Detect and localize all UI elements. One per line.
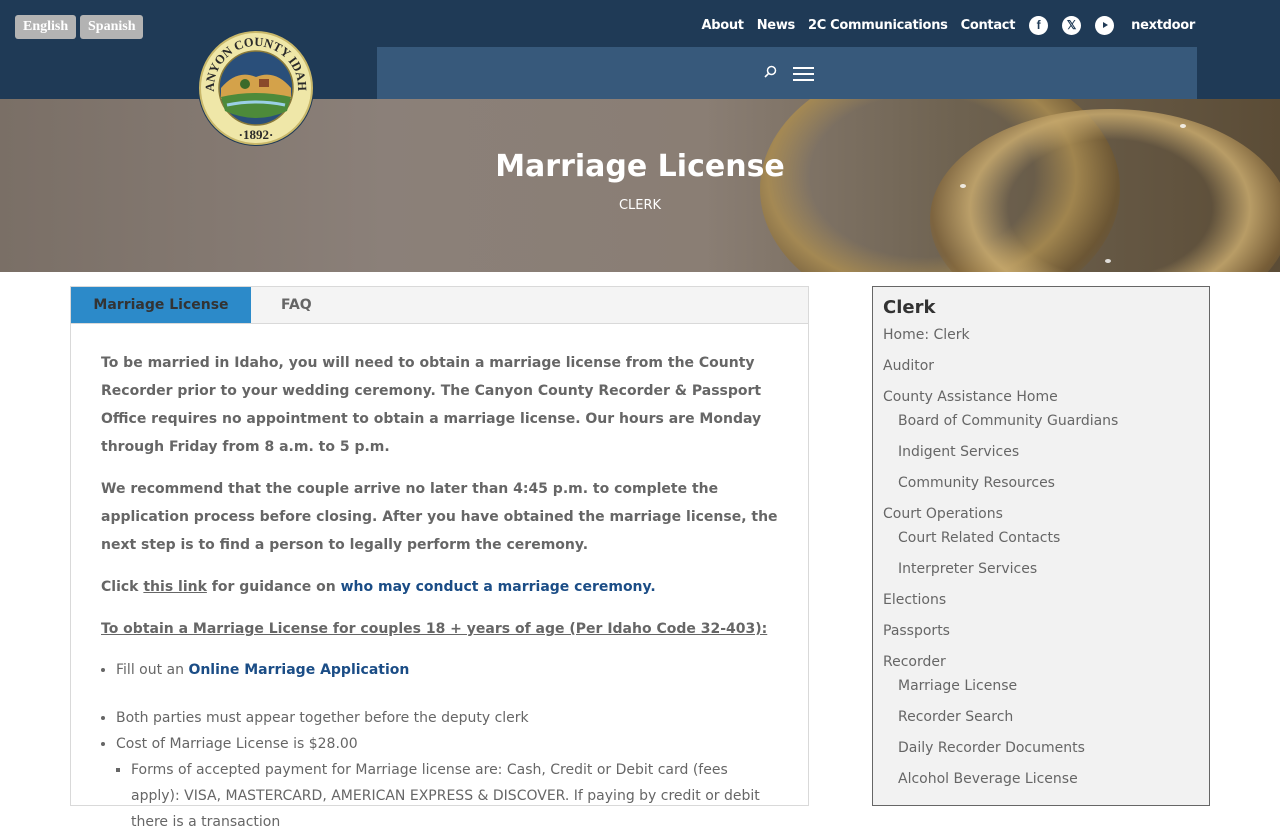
spanish-button[interactable]: Spanish bbox=[80, 15, 144, 39]
top-nav: About News 2C Communications Contact f 𝕏… bbox=[688, 14, 1195, 36]
sidebar-item[interactable]: Home: Clerk bbox=[883, 326, 1199, 344]
nav-news-link[interactable]: News bbox=[757, 18, 796, 33]
requirements-heading: To obtain a Marriage License for couples… bbox=[101, 621, 768, 637]
search-icon[interactable] bbox=[764, 65, 777, 78]
sidebar-item[interactable]: County Assistance Home bbox=[883, 388, 1199, 406]
hamburger-menu-icon[interactable] bbox=[793, 67, 814, 82]
youtube-icon[interactable] bbox=[1095, 15, 1115, 35]
this-link[interactable]: this link bbox=[143, 579, 207, 595]
main-nav-bar bbox=[377, 47, 1197, 99]
sidebar-item[interactable]: Recorder Search bbox=[883, 708, 1199, 726]
online-application-link[interactable]: Online Marriage Application bbox=[188, 662, 409, 678]
guidance-paragraph: Click this link for guidance on who may … bbox=[101, 573, 778, 601]
payment-sublist: Forms of accepted payment for Marriage l… bbox=[131, 757, 778, 835]
seal-year: ·1892· bbox=[239, 127, 274, 142]
sidebar-item[interactable]: Daily Recorder Documents bbox=[883, 739, 1199, 757]
guidance-text: for guidance on bbox=[206, 579, 341, 595]
recommendation-paragraph: We recommend that the couple arrive no l… bbox=[101, 481, 778, 553]
list-item-text: Fill out an bbox=[116, 662, 189, 678]
intro-paragraph: To be married in Idaho, you will need to… bbox=[101, 355, 762, 455]
sidebar-title: Clerk bbox=[883, 297, 936, 318]
sidebar-item[interactable]: Court Operations bbox=[883, 505, 1199, 523]
hero-banner: Marriage License CLERK bbox=[0, 99, 1280, 272]
sidebar-item[interactable]: Marriage License bbox=[883, 677, 1199, 695]
site-header: English Spanish About News 2C Communicat… bbox=[0, 0, 1280, 99]
nav-contact-link[interactable]: Contact bbox=[961, 18, 1016, 33]
sidebar-item[interactable]: Interpreter Services bbox=[883, 560, 1199, 578]
list-item: Both parties must appear together before… bbox=[116, 705, 778, 731]
sidebar: Clerk Home: Clerk Auditor County Assistanc… bbox=[872, 286, 1210, 806]
list-item: Forms of accepted payment for Marriage l… bbox=[131, 757, 778, 835]
sidebar-item[interactable]: Alcohol Beverage License bbox=[883, 770, 1199, 788]
nav-about-link[interactable]: About bbox=[701, 18, 744, 33]
sidebar-item[interactable]: Indigent Services bbox=[883, 443, 1199, 461]
sidebar-item[interactable]: Auditor bbox=[883, 357, 1199, 375]
sidebar-item[interactable]: Court Related Contacts bbox=[883, 529, 1199, 547]
tab-faq[interactable]: FAQ bbox=[251, 287, 342, 323]
sidebar-item[interactable]: Elections bbox=[883, 591, 1199, 609]
list-item-text: Cost of Marriage License is $28.00 bbox=[116, 736, 358, 752]
page-title: Marriage License bbox=[495, 149, 785, 184]
tab-marriage-license[interactable]: Marriage License bbox=[71, 287, 251, 323]
officiant-guidance-link[interactable]: who may conduct a marriage ceremony. bbox=[341, 579, 656, 595]
english-button[interactable]: English bbox=[15, 15, 77, 39]
list-item: Cost of Marriage License is $28.00 Forms… bbox=[116, 731, 778, 835]
requirements-list: Fill out an Online Marriage Application … bbox=[116, 657, 778, 835]
sidebar-nav: Home: Clerk Auditor County Assistance Home… bbox=[883, 326, 1199, 788]
sidebar-item[interactable]: Recorder bbox=[883, 653, 1199, 671]
sidebar-item[interactable]: Passports bbox=[883, 622, 1199, 640]
sidebar-item[interactable]: Board of Community Guardians bbox=[883, 412, 1199, 430]
nextdoor-link[interactable]: nextdoor bbox=[1131, 18, 1195, 33]
county-seal-logo[interactable]: CANYON COUNTY IDAHO ·1892· bbox=[197, 29, 315, 147]
sidebar-item[interactable]: Community Resources bbox=[883, 474, 1199, 492]
guidance-text: Click bbox=[101, 579, 144, 595]
page-subtitle: CLERK bbox=[618, 198, 662, 213]
tabs-panel: Marriage License FAQ To be married in Id… bbox=[70, 286, 809, 830]
tab-bar: Marriage License FAQ bbox=[71, 287, 808, 324]
facebook-icon[interactable]: f bbox=[1029, 15, 1049, 35]
nav-communications-link[interactable]: 2C Communications bbox=[808, 18, 948, 33]
list-item: Fill out an Online Marriage Application bbox=[116, 657, 778, 683]
tab-content: To be married in Idaho, you will need to… bbox=[71, 324, 808, 835]
x-icon[interactable]: 𝕏 bbox=[1062, 15, 1082, 35]
